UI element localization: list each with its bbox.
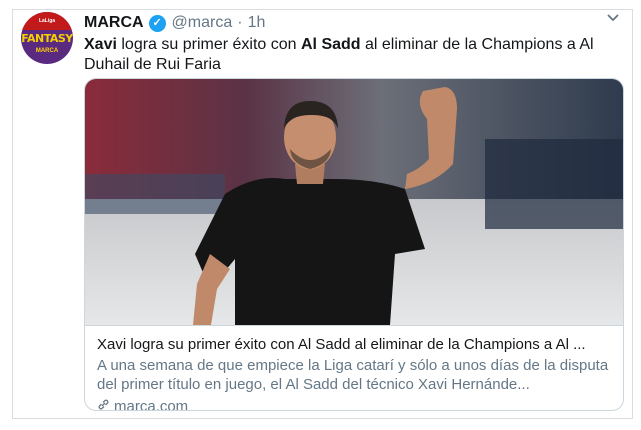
tweet-time[interactable]: 1h <box>248 14 266 32</box>
card-domain-row[interactable]: marca.com <box>97 397 611 411</box>
separator-dot: · <box>237 14 243 31</box>
tweet-text-al-sadd: Al Sadd <box>301 36 361 53</box>
account-handle[interactable]: @marca <box>172 14 233 32</box>
tweet-header: MARCA ✓ @marca · 1h <box>84 13 265 33</box>
avatar-marca-text: MARCA <box>35 48 59 54</box>
avatar-laliga-text: LaLiga <box>38 18 56 24</box>
card-title[interactable]: Xavi logra su primer éxito con Al Sadd a… <box>97 335 611 354</box>
verified-icon: ✓ <box>148 14 166 32</box>
card-domain: marca.com <box>114 398 189 411</box>
card-body: Xavi logra su primer éxito con Al Sadd a… <box>85 325 623 411</box>
avatar[interactable]: LaLiga FANTASY MARCA <box>21 12 73 64</box>
link-icon <box>97 397 110 410</box>
chevron-down-icon[interactable] <box>606 11 620 28</box>
tweet-text: Xavi logra su primer éxito con Al Sadd a… <box>84 35 624 75</box>
tweet-text-xavi: Xavi <box>84 36 117 53</box>
avatar-fantasy-text: FANTASY <box>21 32 73 45</box>
card-description: A una semana de que empiece la Liga cata… <box>97 357 609 393</box>
card-image <box>85 79 623 325</box>
tweet-text-segment: logra su primer éxito con <box>116 36 301 53</box>
account-name[interactable]: MARCA <box>84 14 144 32</box>
link-card[interactable]: Xavi logra su primer éxito con Al Sadd a… <box>84 78 624 411</box>
